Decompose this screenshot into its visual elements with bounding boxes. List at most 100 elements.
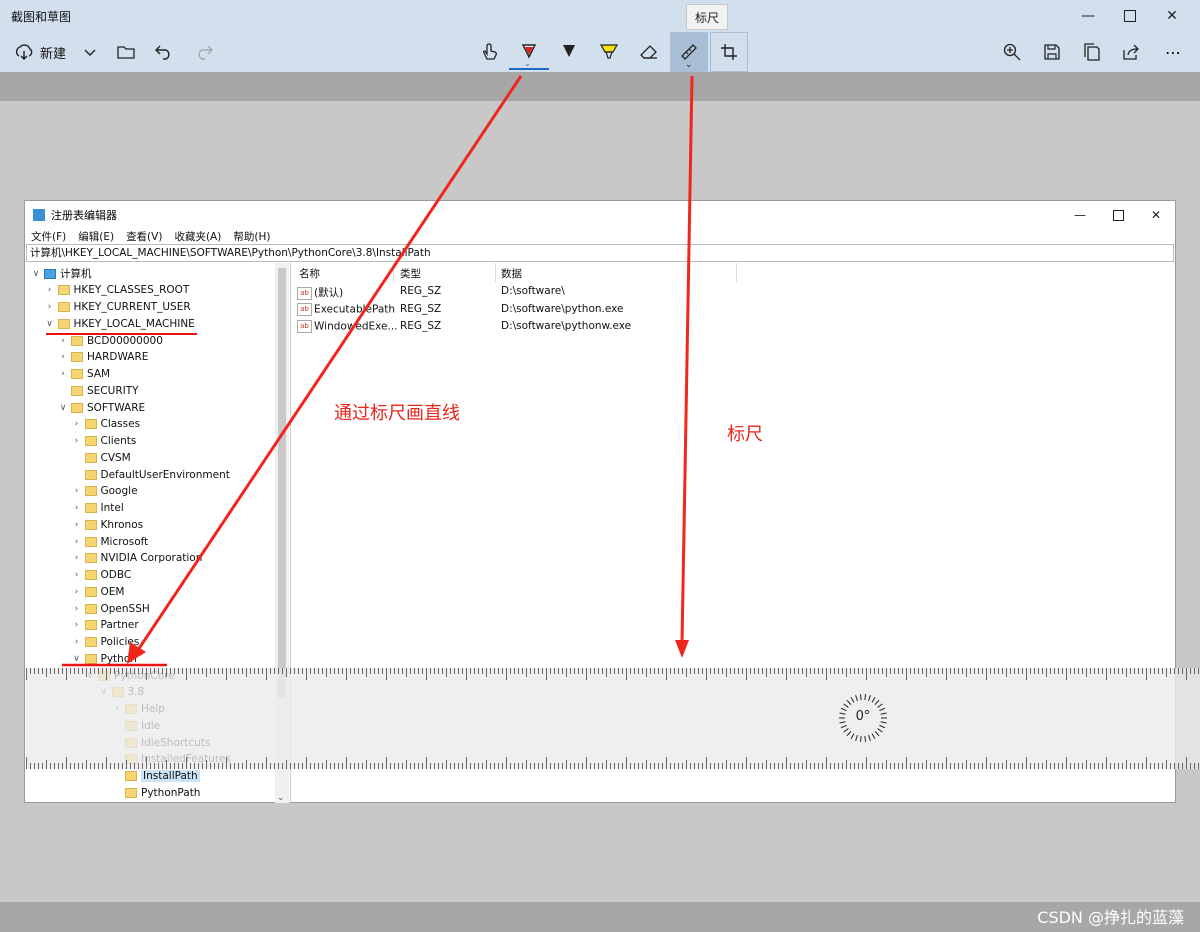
folder-icon (84, 452, 97, 463)
ruler-icon (680, 43, 698, 61)
tree-item-label: HKEY_CLASSES_ROOT (73, 284, 190, 297)
tree-item: › Clients (72, 433, 137, 450)
dial-tick (879, 724, 886, 729)
ruler-tool[interactable] (26, 668, 1200, 769)
folder-icon (57, 302, 70, 312)
ruler-bottom-ticks (26, 757, 1199, 769)
tree-item: › HKEY_CLASSES_ROOT (45, 282, 190, 299)
tree-item-label: SAM (87, 368, 111, 380)
share-button[interactable] (1116, 32, 1148, 72)
regedit-title-area: 注册表编辑器 (33, 207, 117, 223)
menu-item: 收藏夹(A) (174, 231, 222, 243)
computer-icon (44, 268, 56, 279)
regedit-close-icon: ✕ (1150, 208, 1162, 222)
value-data-text: D:\software\python.exe (501, 302, 624, 315)
value-data-text: D:\software\pythonw.exe (501, 320, 632, 332)
scroll-down-icon: ⌄ (277, 793, 285, 803)
crop-button[interactable] (710, 32, 748, 72)
tree-item: › OEM (72, 583, 125, 600)
eraser-icon (640, 44, 658, 60)
dial-tick (859, 694, 862, 701)
pen-options-chevron-icon: ⌄ (524, 59, 531, 68)
menu-item: 编辑(E) (78, 231, 115, 243)
value-name-text: WindowedExe... (314, 320, 398, 333)
tree-item: › BCD00000000 (58, 332, 163, 349)
pencil-button[interactable] (552, 32, 586, 72)
ballpoint-pen-button[interactable]: ⌄ (509, 32, 549, 72)
value-name: ab WindowedExe... (297, 320, 398, 337)
value-data: D:\software\pythonw.exe (501, 320, 631, 337)
collapsed-chevron-icon: › (74, 620, 79, 631)
ruler-button[interactable]: ⌄ (670, 32, 708, 72)
tree-item: ∨ 计算机 (31, 265, 92, 282)
dial-tick (855, 695, 858, 702)
regedit-title: 注册表编辑器 (51, 209, 117, 222)
folder-icon (57, 318, 70, 329)
column-separator (393, 263, 394, 283)
minimize-icon: — (1081, 8, 1095, 24)
open-file-button[interactable] (112, 32, 140, 72)
folder-icon (84, 536, 97, 547)
minimize-button[interactable]: — (1068, 0, 1108, 32)
folder-icon (125, 771, 137, 781)
dial-tick (868, 734, 871, 741)
tree-item: › Google (72, 483, 138, 500)
collapsed-chevron-icon: › (74, 436, 79, 446)
new-snip-button[interactable]: 新建 (8, 32, 72, 72)
value-name-text: ExecutablePath (314, 303, 396, 315)
value-data-text: D:\software\ (501, 285, 565, 297)
zoom-button[interactable] (996, 32, 1028, 72)
canvas-top-band (0, 72, 1200, 101)
expanded-chevron-icon: ∨ (32, 268, 40, 279)
regedit-minimize-icon: — (1074, 208, 1086, 222)
dial-tick (846, 699, 852, 705)
new-snip-icon (14, 43, 34, 61)
value-type-text: REG_SZ (400, 320, 442, 332)
watermark: CSDN @挣扎的蓝藻 (1037, 908, 1184, 927)
value-type-text: REG_SZ (400, 285, 442, 297)
maximize-button[interactable] (1110, 0, 1150, 32)
dial-tick (855, 734, 858, 741)
regedit-maximize-icon (1099, 201, 1137, 229)
annotation-line-via-ruler: 通过标尺画直线 (334, 403, 460, 424)
dial-tick (877, 703, 883, 708)
tree-item: DefaultUserEnvironment (72, 466, 230, 483)
expanded-chevron-icon: ∨ (59, 402, 67, 413)
tree-item-label: PythonPath (141, 786, 201, 799)
folder-icon (84, 503, 97, 513)
tree-item: › Khronos (72, 516, 143, 533)
value-type: REG_SZ (400, 320, 441, 337)
dial-tick (850, 696, 855, 703)
expanded-chevron-icon: ∨ (46, 318, 53, 329)
copy-button[interactable] (1076, 32, 1108, 72)
close-button[interactable]: ✕ (1152, 0, 1192, 32)
new-dropdown-button[interactable] (78, 32, 102, 72)
tree-item: › OpenSSH (72, 600, 150, 617)
value-type: REG_SZ (400, 303, 441, 320)
tree-item-label: Partner (100, 619, 139, 632)
folder-icon (84, 469, 97, 480)
touch-writing-button[interactable] (474, 32, 506, 72)
tree-item: ∨ HKEY_LOCAL_MACHINE (45, 315, 195, 332)
tree-item: › ODBC (72, 567, 132, 584)
dial-tick (859, 735, 862, 742)
tree-item-label: Google (100, 485, 138, 498)
folder-icon (71, 352, 83, 363)
undo-button[interactable] (150, 32, 178, 72)
dial-tick (843, 703, 849, 708)
eraser-button[interactable] (632, 32, 666, 72)
chevron-down-icon (83, 47, 97, 57)
menu-item: 查看(V) (126, 231, 163, 243)
string-value-icon: ab (297, 286, 312, 300)
crop-icon (720, 43, 738, 61)
ruler-top-ticks (26, 668, 1199, 680)
tree-item-label: Intel (100, 502, 124, 514)
maximize-icon (1124, 10, 1136, 22)
redo-button[interactable] (190, 32, 218, 72)
collapsed-chevron-icon: › (74, 570, 79, 580)
save-button[interactable] (1036, 32, 1068, 72)
more-button[interactable]: ⋯ (1156, 32, 1192, 72)
tree-item-label: BCD00000000 (87, 334, 163, 347)
highlighter-button[interactable] (592, 32, 626, 72)
column-separator (495, 263, 496, 283)
